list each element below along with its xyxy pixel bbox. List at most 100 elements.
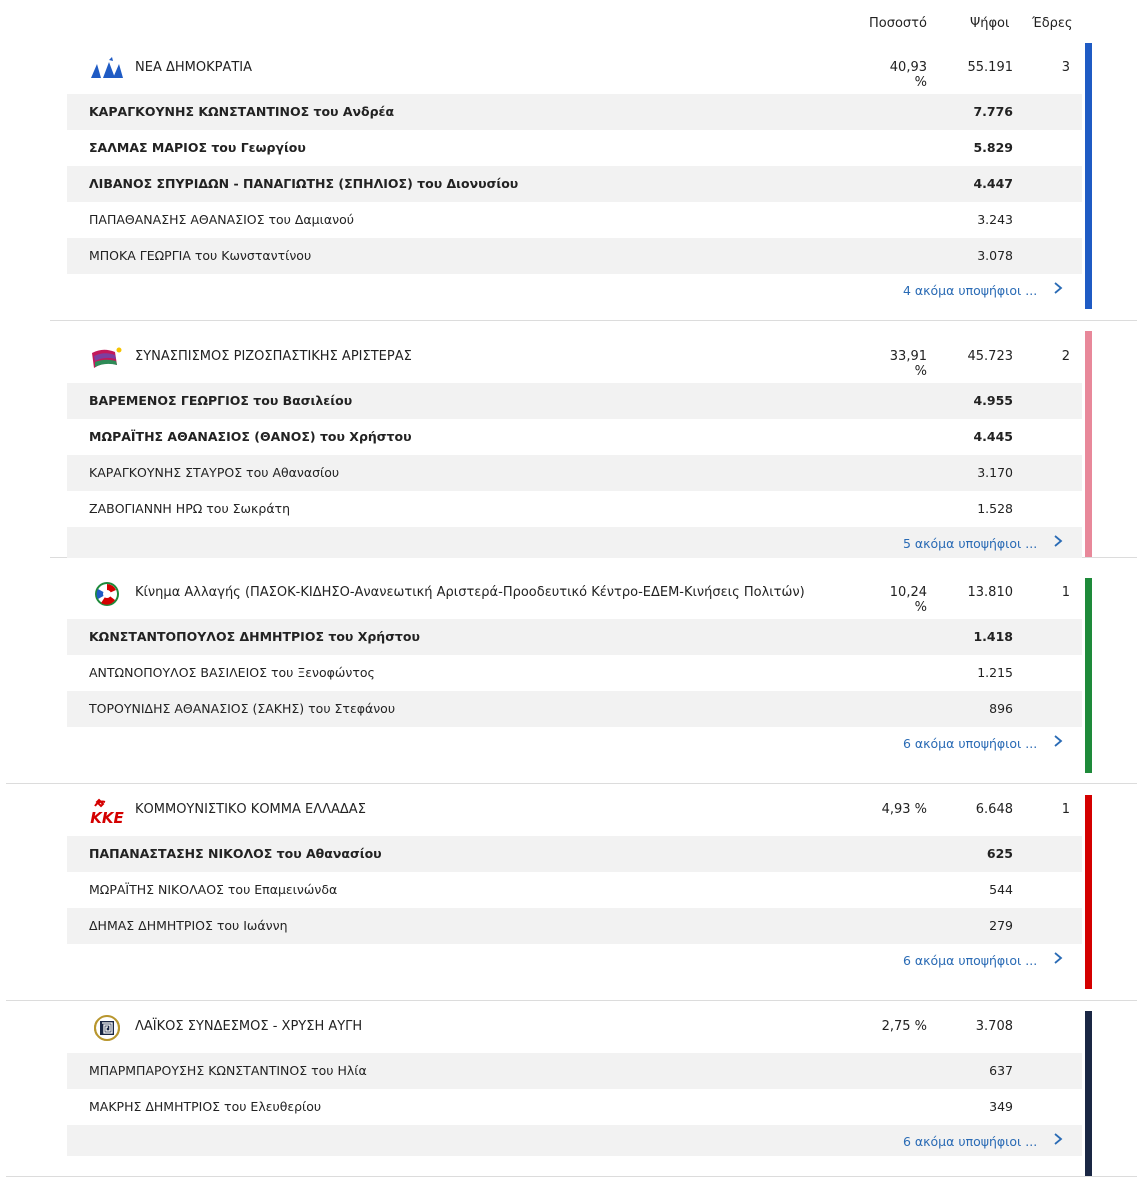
candidate-votes: 3.170 — [977, 465, 1013, 480]
chevron-right-icon[interactable] — [1051, 1131, 1065, 1147]
candidate-row: ΑΝΤΩΝΟΠΟΥΛΟΣ ΒΑΣΙΛΕΙΟΣ του Ξενοφώντος 1.2… — [67, 655, 1082, 691]
candidate-row: ΠΑΠΑΘΑΝΑΣΗΣ ΑΘΑΝΑΣΙΟΣ του Δαμιανού 3.243 — [67, 202, 1082, 238]
party-name: ΚΟΜΜΟΥΝΙΣΤΙΚΟ ΚΟΜΜΑ ΕΛΛΑΔΑΣ — [135, 802, 366, 817]
candidate-name: ΜΩΡΑΪΤΗΣ ΝΙΚΟΛΑΟΣ του Επαμεινώνδα — [89, 882, 338, 897]
party-percent: 40,93 % — [889, 60, 927, 90]
candidate-name: ΜΠΑΡΜΠΑΡΟΥΣΗΣ ΚΩΝΣΤΑΝΤΙΝΟΣ του Ηλία — [89, 1063, 367, 1078]
candidate-row: ΜΠΟΚΑ ΓΕΩΡΓΙΑ του Κωνσταντίνου 3.078 — [67, 238, 1082, 274]
party-seats: 1 — [1061, 802, 1070, 817]
chevron-right-icon[interactable] — [1051, 950, 1065, 966]
more-candidates-link[interactable]: 6 ακόμα υποψήφιοι ... — [903, 1134, 1037, 1149]
party-section: ΚΚΕ ΚΟΜΜΟΥΝΙΣΤΙΚΟ ΚΟΜΜΑ ΕΛΛΑΔΑΣ 4,93 % 6.64… — [6, 784, 1137, 1001]
candidate-name: ΜΩΡΑΪΤΗΣ ΑΘΑΝΑΣΙΟΣ (ΘΑΝΟΣ) του Χρήστου — [89, 429, 412, 444]
more-candidates-row: 4 ακόμα υποψήφιοι ... — [67, 274, 1082, 305]
candidate-votes: 4.955 — [973, 393, 1013, 408]
more-candidates-row: 6 ακόμα υποψήφιοι ... — [67, 1125, 1082, 1156]
party-header[interactable]: ΣΥΝΑΣΠΙΣΜΟΣ ΡΙΖΟΣΠΑΣΤΙΚΗΣ ΑΡΙΣΤΕΡΑΣ 33,91… — [67, 331, 1082, 383]
candidate-row: ΖΑΒΟΓΙΑΝΝΗ ΗΡΩ του Σωκράτη 1.528 — [67, 491, 1082, 527]
party-color-bar — [1085, 578, 1092, 773]
more-candidates-link[interactable]: 4 ακόμα υποψήφιοι ... — [903, 283, 1037, 298]
results-header: Ποσοστό Ψήφοι Έδρες — [0, 0, 1137, 42]
candidate-votes: 544 — [989, 882, 1013, 897]
header-percent: Ποσοστό — [869, 16, 927, 31]
candidate-row: ΜΑΚΡΗΣ ΔΗΜΗΤΡΙΟΣ του Ελευθερίου 349 — [67, 1089, 1082, 1125]
candidate-name: ΣΑΛΜΑΣ ΜΑΡΙΟΣ του Γεωργίου — [89, 140, 306, 155]
party-percent: 10,24 % — [889, 585, 927, 615]
more-candidates-link[interactable]: 6 ακόμα υποψήφιοι ... — [903, 953, 1037, 968]
header-votes: Ψήφοι — [970, 16, 1010, 31]
candidate-name: ΑΝΤΩΝΟΠΟΥΛΟΣ ΒΑΣΙΛΕΙΟΣ του Ξενοφώντος — [89, 665, 375, 680]
candidate-votes: 625 — [986, 846, 1013, 861]
party-percent: 4,93 % — [881, 802, 927, 817]
candidate-votes: 1.418 — [973, 629, 1013, 644]
candidate-row: ΚΑΡΑΓΚΟΥΝΗΣ ΣΤΑΥΡΟΣ του Αθανασίου 3.170 — [67, 455, 1082, 491]
candidate-name: ΛΙΒΑΝΟΣ ΣΠΥΡΙΔΩΝ - ΠΑΝΑΓΙΩΤΗΣ (ΣΠΗΛΙΟΣ) … — [89, 176, 519, 191]
candidate-list: ΒΑΡΕΜΕΝΟΣ ΓΕΩΡΓΙΟΣ του Βασιλείου 4.955 ΜΩΡ… — [67, 383, 1082, 527]
party-header[interactable]: Κίνημα Αλλαγής (ΠΑΣΟΚ-ΚΙΔΗΣΟ-Ανανεωτική … — [67, 567, 1082, 619]
xa-logo — [89, 1015, 125, 1041]
candidate-votes: 4.445 — [973, 429, 1013, 444]
candidate-list: ΠΑΠΑΝΑΣΤΑΣΗΣ ΝΙΚΟΛΟΣ του Αθανασίου 625 ΜΩΡ… — [67, 836, 1082, 944]
candidate-row: ΜΠΑΡΜΠΑΡΟΥΣΗΣ ΚΩΝΣΤΑΝΤΙΝΟΣ του Ηλία 637 — [67, 1053, 1082, 1089]
chevron-right-icon[interactable] — [1051, 280, 1065, 296]
party-header[interactable]: ΛΑΪΚΟΣ ΣΥΝΔΕΣΜΟΣ - ΧΡΥΣΗ ΑΥΓΗ 2,75 % 3.708 — [67, 1001, 1082, 1053]
party-color-bar — [1085, 331, 1092, 557]
party-votes: 45.723 — [967, 349, 1014, 364]
candidate-votes: 5.829 — [973, 140, 1013, 155]
party-name: Κίνημα Αλλαγής (ΠΑΣΟΚ-ΚΙΔΗΣΟ-Ανανεωτική … — [135, 585, 805, 600]
candidate-name: ΠΑΠΑΘΑΝΑΣΗΣ ΑΘΑΝΑΣΙΟΣ του Δαμιανού — [89, 212, 354, 227]
candidate-row: ΣΑΛΜΑΣ ΜΑΡΙΟΣ του Γεωργίου 5.829 — [67, 130, 1082, 166]
candidate-row: ΒΑΡΕΜΕΝΟΣ ΓΕΩΡΓΙΟΣ του Βασιλείου 4.955 — [67, 383, 1082, 419]
party-color-bar — [1085, 43, 1092, 309]
candidate-votes: 1.215 — [977, 665, 1013, 680]
syriza-logo — [89, 345, 125, 371]
party-percent: 2,75 % — [881, 1019, 927, 1034]
chevron-right-icon[interactable] — [1051, 533, 1065, 549]
party-section: ΝΕΑ ΔΗΜΟΚΡΑΤΙΑ 40,93 % 55.191 3 ΚΑΡΑΓΚΟΥΝΗΣ … — [50, 42, 1137, 321]
candidate-votes: 896 — [989, 701, 1013, 716]
party-percent: 33,91 % — [889, 349, 927, 379]
candidate-row: ΔΗΜΑΣ ΔΗΜΗΤΡΙΟΣ του Ιωάννη 279 — [67, 908, 1082, 944]
party-section: ΣΥΝΑΣΠΙΣΜΟΣ ΡΙΖΟΣΠΑΣΤΙΚΗΣ ΑΡΙΣΤΕΡΑΣ 33,91… — [50, 331, 1137, 558]
candidate-votes: 4.447 — [973, 176, 1013, 191]
candidate-name: ΖΑΒΟΓΙΑΝΝΗ ΗΡΩ του Σωκράτη — [89, 501, 291, 516]
candidate-votes: 3.078 — [977, 248, 1013, 263]
header-seats: Έδρες — [1032, 16, 1073, 31]
candidate-votes: 7.776 — [973, 104, 1013, 119]
party-votes: 6.648 — [975, 802, 1013, 817]
kke-logo: ΚΚΕ — [89, 798, 125, 827]
candidate-votes: 1.528 — [977, 501, 1013, 516]
candidate-list: ΚΑΡΑΓΚΟΥΝΗΣ ΚΩΝΣΤΑΝΤΙΝΟΣ του Ανδρέα 7.776… — [67, 94, 1082, 274]
kinal-logo — [89, 581, 125, 607]
party-header[interactable]: ΝΕΑ ΔΗΜΟΚΡΑΤΙΑ 40,93 % 55.191 3 — [67, 42, 1082, 94]
party-name: ΛΑΪΚΟΣ ΣΥΝΔΕΣΜΟΣ - ΧΡΥΣΗ ΑΥΓΗ — [135, 1019, 363, 1034]
candidate-votes: 279 — [989, 918, 1013, 933]
more-candidates-row: 6 ακόμα υποψήφιοι ... — [67, 944, 1082, 975]
candidate-name: ΚΩΝΣΤΑΝΤΟΠΟΥΛΟΣ ΔΗΜΗΤΡΙΟΣ του Χρήστου — [89, 629, 420, 644]
more-candidates-link[interactable]: 5 ακόμα υποψήφιοι ... — [903, 536, 1037, 551]
party-votes: 55.191 — [967, 60, 1014, 75]
candidate-row: ΚΩΝΣΤΑΝΤΟΠΟΥΛΟΣ ΔΗΜΗΤΡΙΟΣ του Χρήστου 1.4… — [67, 619, 1082, 655]
candidate-row: ΠΑΠΑΝΑΣΤΑΣΗΣ ΝΙΚΟΛΟΣ του Αθανασίου 625 — [67, 836, 1082, 872]
party-section: Κίνημα Αλλαγής (ΠΑΣΟΚ-ΚΙΔΗΣΟ-Ανανεωτική … — [6, 567, 1137, 784]
candidate-list: ΚΩΝΣΤΑΝΤΟΠΟΥΛΟΣ ΔΗΜΗΤΡΙΟΣ του Χρήστου 1.4… — [67, 619, 1082, 727]
candidate-name: ΜΑΚΡΗΣ ΔΗΜΗΤΡΙΟΣ του Ελευθερίου — [89, 1099, 322, 1114]
party-seats: 1 — [1061, 585, 1070, 600]
candidate-name: ΜΠΟΚΑ ΓΕΩΡΓΙΑ του Κωνσταντίνου — [89, 248, 312, 263]
party-header[interactable]: ΚΚΕ ΚΟΜΜΟΥΝΙΣΤΙΚΟ ΚΟΜΜΑ ΕΛΛΑΔΑΣ 4,93 % 6.64… — [67, 784, 1082, 836]
chevron-right-icon[interactable] — [1051, 733, 1065, 749]
more-candidates-link[interactable]: 6 ακόμα υποψήφιοι ... — [903, 736, 1037, 751]
party-section: ΛΑΪΚΟΣ ΣΥΝΔΕΣΜΟΣ - ΧΡΥΣΗ ΑΥΓΗ 2,75 % 3.708… — [6, 1001, 1137, 1177]
party-seats: 3 — [1061, 60, 1070, 75]
more-candidates-row: 5 ακόμα υποψήφιοι ... — [67, 527, 1082, 558]
candidate-row: ΚΑΡΑΓΚΟΥΝΗΣ ΚΩΝΣΤΑΝΤΙΝΟΣ του Ανδρέα 7.776 — [67, 94, 1082, 130]
party-votes: 13.810 — [967, 585, 1014, 600]
party-name: ΝΕΑ ΔΗΜΟΚΡΑΤΙΑ — [135, 60, 253, 75]
candidate-row: ΛΙΒΑΝΟΣ ΣΠΥΡΙΔΩΝ - ΠΑΝΑΓΙΩΤΗΣ (ΣΠΗΛΙΟΣ) … — [67, 166, 1082, 202]
candidate-name: ΚΑΡΑΓΚΟΥΝΗΣ ΣΤΑΥΡΟΣ του Αθανασίου — [89, 465, 340, 480]
party-votes: 3.708 — [975, 1019, 1013, 1034]
party-color-bar — [1085, 1011, 1092, 1176]
candidate-votes: 3.243 — [977, 212, 1013, 227]
candidate-name: ΔΗΜΑΣ ΔΗΜΗΤΡΙΟΣ του Ιωάννη — [89, 918, 288, 933]
candidate-name: ΠΑΠΑΝΑΣΤΑΣΗΣ ΝΙΚΟΛΟΣ του Αθανασίου — [89, 846, 382, 861]
